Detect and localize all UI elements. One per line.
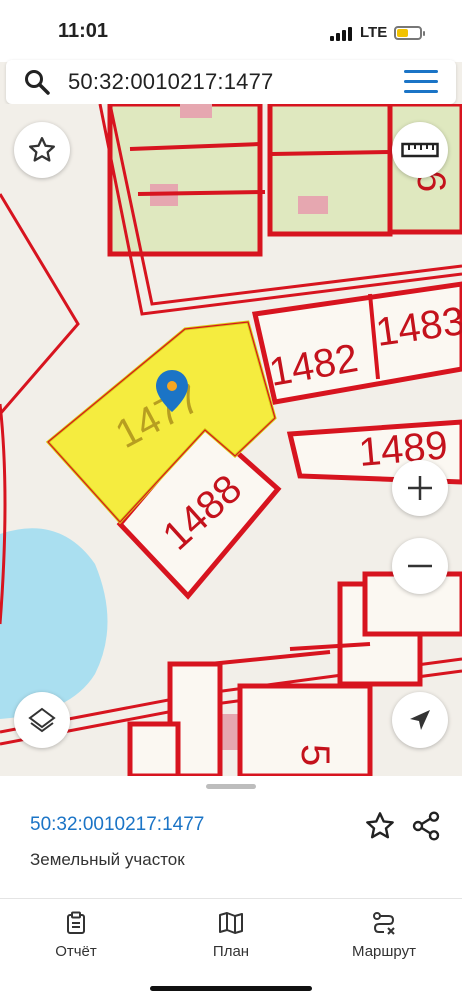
nav-route-label: Маршрут — [352, 943, 416, 960]
green-parcel — [107, 104, 263, 257]
zoom-in-button[interactable] — [392, 460, 448, 516]
menu-icon[interactable] — [404, 70, 438, 94]
battery-icon — [394, 26, 425, 40]
clock: 11:01 — [58, 20, 109, 42]
nav-report[interactable]: Отчёт — [16, 907, 136, 967]
star-icon[interactable] — [364, 810, 396, 842]
cadastral-map[interactable]: 1477 1482 1483 1489 1488 5 6 — [0, 104, 462, 776]
measure-button[interactable] — [392, 122, 448, 178]
layers-button[interactable] — [14, 692, 70, 748]
map-canvas[interactable]: 1477 1482 1483 1489 1488 5 6 — [0, 104, 462, 776]
my-location-button[interactable] — [392, 692, 448, 748]
object-info-sheet[interactable]: 50:32:0010217:1477 Земельный участок — [0, 776, 462, 898]
green-parcel — [267, 104, 393, 237]
nav-route[interactable]: Маршрут — [324, 907, 444, 967]
route-icon — [373, 912, 395, 935]
nav-report-label: Отчёт — [55, 943, 97, 960]
cadastral-number-link[interactable]: 50:32:0010217:1477 — [30, 814, 204, 836]
share-icon[interactable] — [410, 810, 442, 842]
cell-signal-icon — [330, 27, 352, 41]
favorite-button[interactable] — [14, 122, 70, 178]
zoom-out-button[interactable] — [392, 538, 448, 594]
plus-icon — [408, 476, 432, 500]
minus-icon — [408, 564, 432, 568]
layers-icon — [28, 707, 56, 733]
network-type: LTE — [360, 24, 388, 41]
ruler-icon — [401, 142, 439, 158]
sheet-drag-handle[interactable] — [206, 784, 256, 789]
star-icon — [29, 137, 55, 162]
nav-plan[interactable]: План — [171, 907, 291, 967]
navigation-arrow-icon — [410, 710, 430, 730]
search-input[interactable]: 50:32:0010217:1477 — [68, 69, 273, 95]
map-icon — [219, 912, 243, 934]
nav-plan-label: План — [212, 943, 250, 960]
search-bar[interactable]: 50:32:0010217:1477 — [6, 60, 456, 104]
status-bar: 11:01 LTE — [0, 0, 462, 62]
parcel-label-5: 5 — [293, 744, 337, 766]
search-icon[interactable] — [24, 69, 50, 95]
home-indicator[interactable] — [150, 986, 312, 991]
clipboard-icon — [67, 911, 85, 934]
object-type-label: Земельный участок — [30, 850, 185, 869]
